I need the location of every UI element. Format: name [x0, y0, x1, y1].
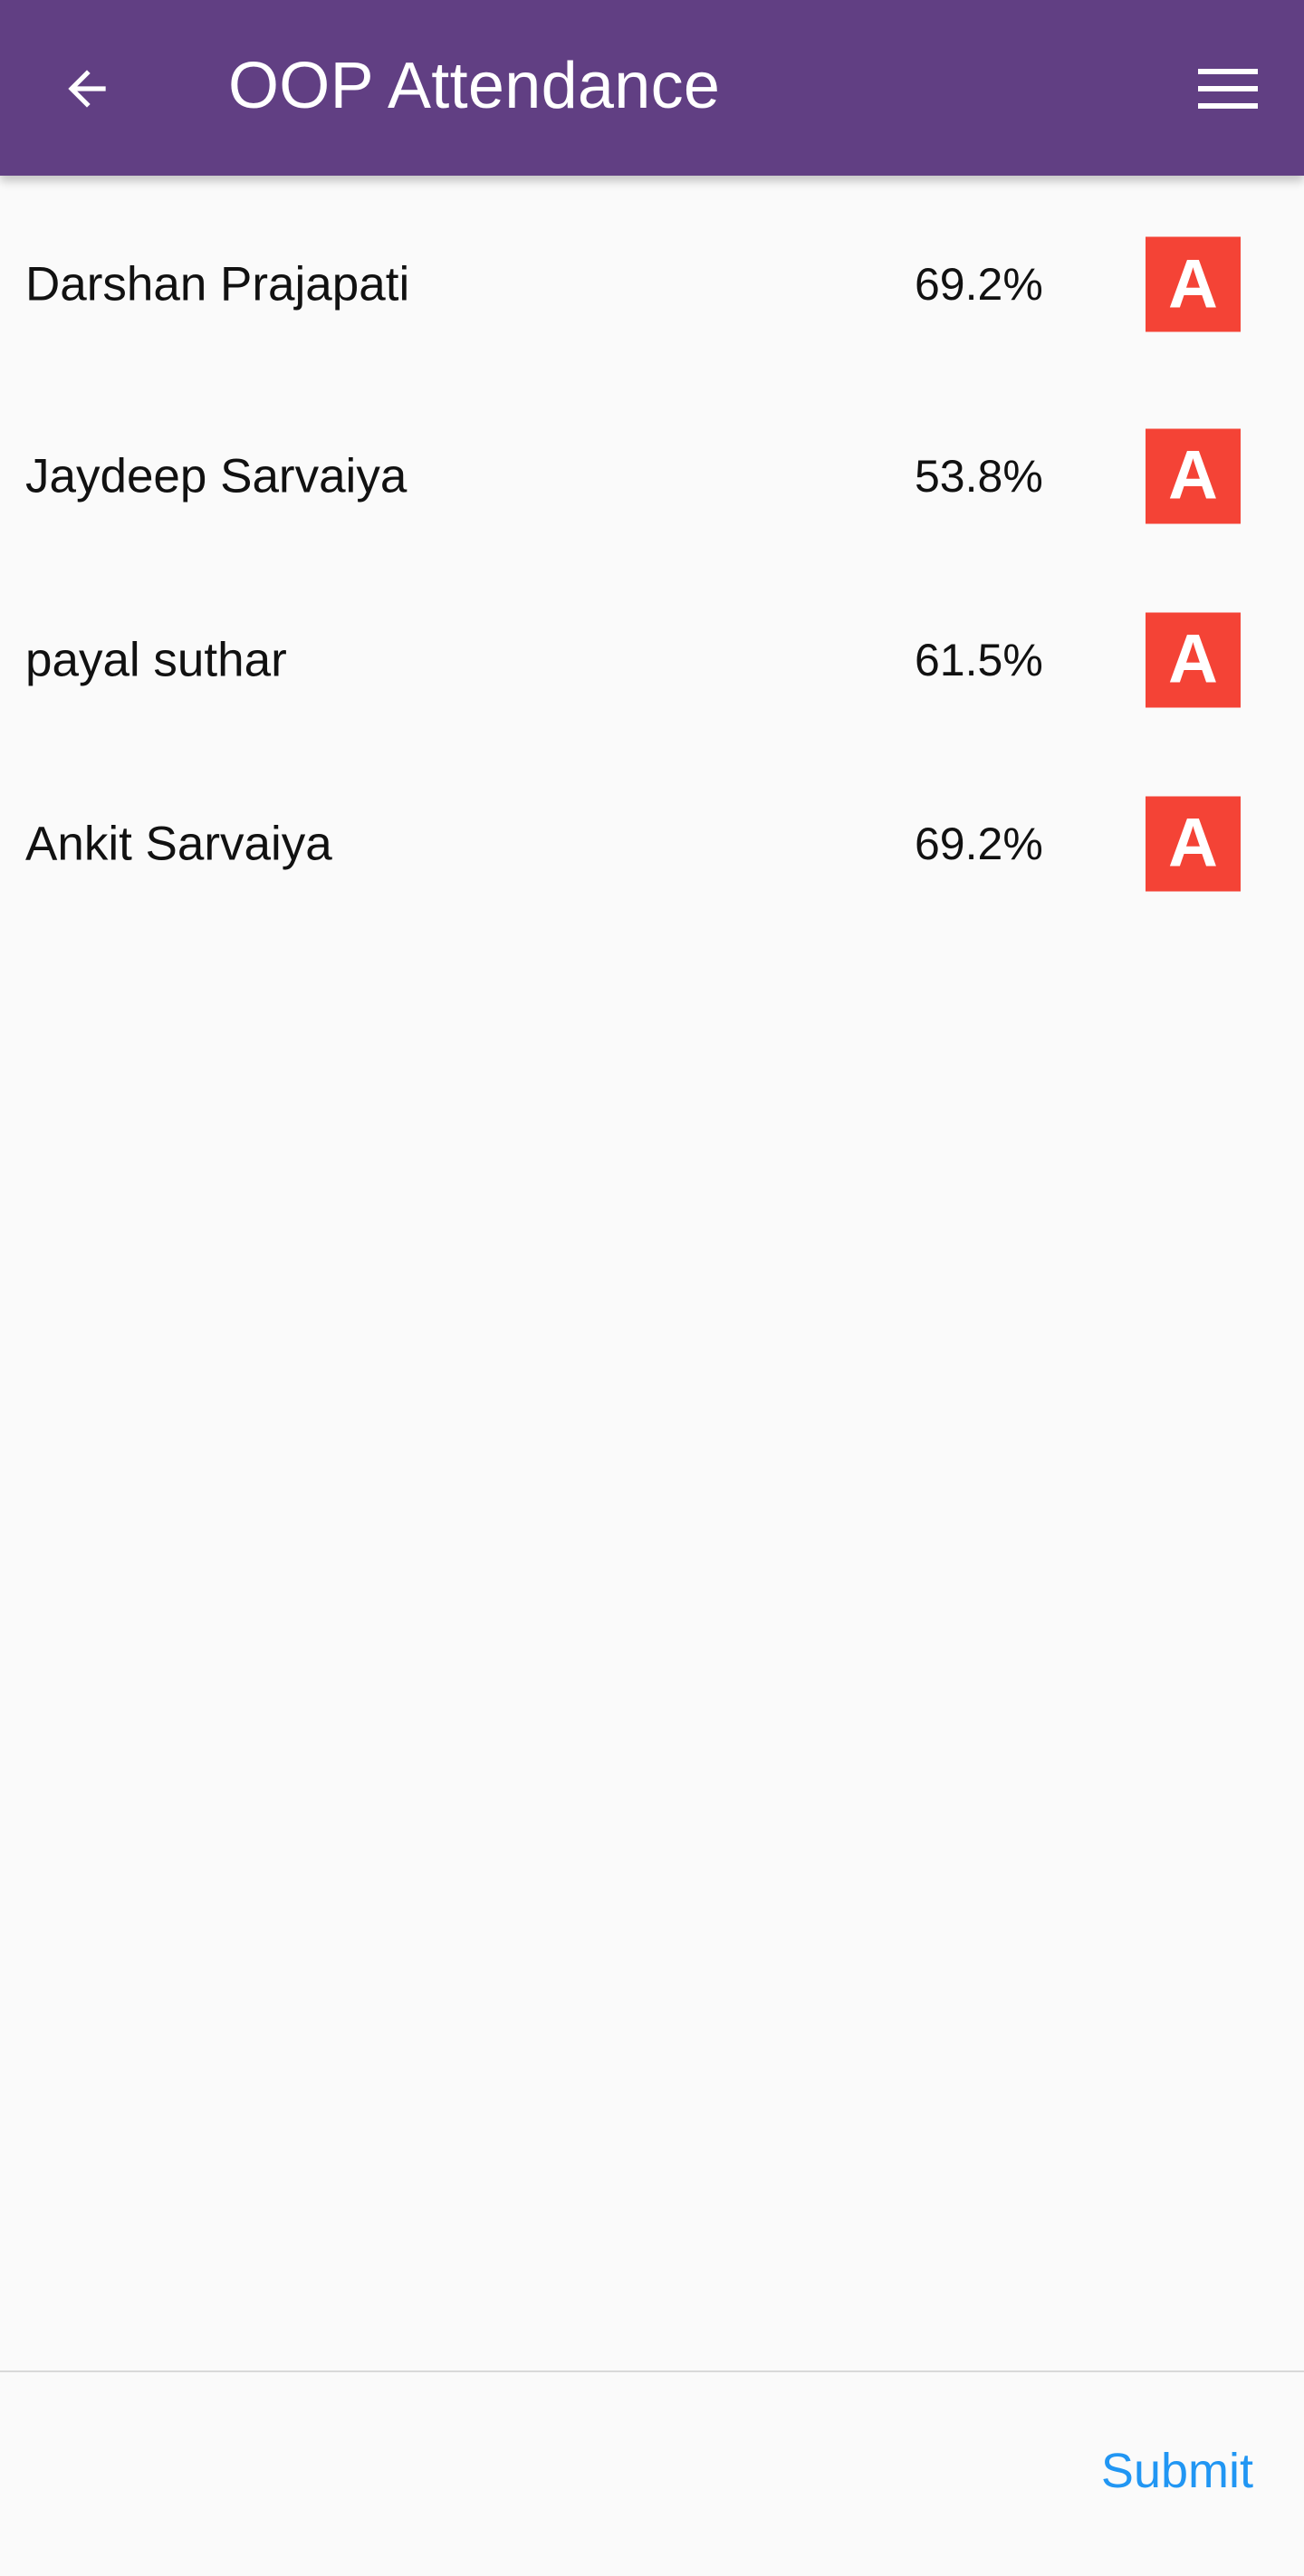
attendance-percentage: 53.8%	[915, 450, 1043, 502]
submit-button[interactable]: Submit	[1101, 2443, 1253, 2499]
student-row: Jaydeep Sarvaiya 53.8% A	[0, 384, 1304, 568]
menu-button[interactable]	[1184, 53, 1271, 125]
back-button[interactable]	[51, 53, 123, 125]
absent-status-toggle[interactable]: A	[1146, 428, 1241, 523]
student-row: payal suthar 61.5% A	[0, 568, 1304, 752]
absent-status-toggle[interactable]: A	[1146, 236, 1241, 332]
student-row: Ankit Sarvaiya 69.2% A	[0, 752, 1304, 935]
footer-bar: Submit	[0, 2372, 1304, 2576]
student-name: Darshan Prajapati	[25, 257, 410, 311]
attendance-percentage: 61.5%	[915, 634, 1043, 685]
student-row: Darshan Prajapati 69.2% A	[0, 176, 1304, 384]
absent-status-toggle[interactable]: A	[1146, 612, 1241, 707]
hamburger-menu-icon	[1198, 69, 1258, 109]
app-bar: OOP Attendance	[0, 0, 1304, 176]
student-name: Ankit Sarvaiya	[25, 817, 332, 870]
attendance-percentage: 69.2%	[915, 259, 1043, 310]
attendance-percentage: 69.2%	[915, 818, 1043, 869]
page-title: OOP Attendance	[228, 50, 721, 122]
student-name: payal suthar	[25, 633, 287, 686]
arrow-left-icon	[68, 70, 106, 108]
attendance-list: Darshan Prajapati 69.2% A Jaydeep Sarvai…	[0, 176, 1304, 935]
absent-status-toggle[interactable]: A	[1146, 796, 1241, 891]
student-name: Jaydeep Sarvaiya	[25, 449, 408, 503]
